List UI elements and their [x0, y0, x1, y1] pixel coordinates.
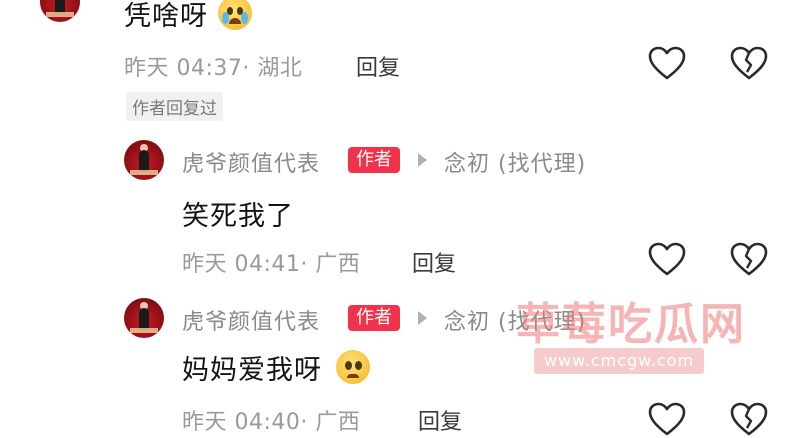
- comment-text: 凭啥呀: [124, 1, 208, 32]
- reply-target[interactable]: 念初 (找代理): [444, 146, 586, 178]
- avatar[interactable]: [40, 0, 80, 22]
- avatar[interactable]: [124, 140, 164, 180]
- comment-meta: 昨天 04:37· 湖北: [124, 56, 303, 81]
- watermark-url: www.cmcgw.com: [534, 348, 704, 374]
- broken-heart-icon[interactable]: [730, 242, 768, 278]
- reply-arrow-icon: [418, 311, 427, 325]
- reply-arrow-icon: [418, 153, 427, 167]
- username[interactable]: 虎爷颜值代表: [182, 146, 320, 178]
- avatar[interactable]: [124, 298, 164, 338]
- broken-heart-icon[interactable]: [730, 402, 768, 438]
- author-replied-tag: 作者回复过: [126, 92, 223, 121]
- author-badge: 作者: [348, 305, 400, 331]
- heart-outline-icon[interactable]: [648, 402, 686, 438]
- heart-outline-icon[interactable]: [648, 242, 686, 278]
- broken-heart-icon[interactable]: [730, 46, 768, 82]
- username[interactable]: 虎爷颜值代表: [182, 304, 320, 336]
- comment-meta: 昨天 04:40· 广西: [182, 410, 361, 435]
- reply-button[interactable]: 回复: [356, 50, 400, 82]
- reply-button[interactable]: 回复: [418, 404, 462, 436]
- heart-outline-icon[interactable]: [648, 46, 686, 82]
- reply-button[interactable]: 回复: [412, 246, 456, 278]
- pleading-emoji-icon: [336, 350, 370, 384]
- comment-text: 妈妈爱我呀: [182, 355, 322, 386]
- author-badge: 作者: [348, 147, 400, 173]
- comment-text: 笑死我了: [182, 201, 294, 232]
- watermark-logo: 草莓吃瓜网: [516, 299, 746, 350]
- comment-meta: 昨天 04:41· 广西: [182, 252, 361, 277]
- crying-emoji-icon: [218, 0, 252, 30]
